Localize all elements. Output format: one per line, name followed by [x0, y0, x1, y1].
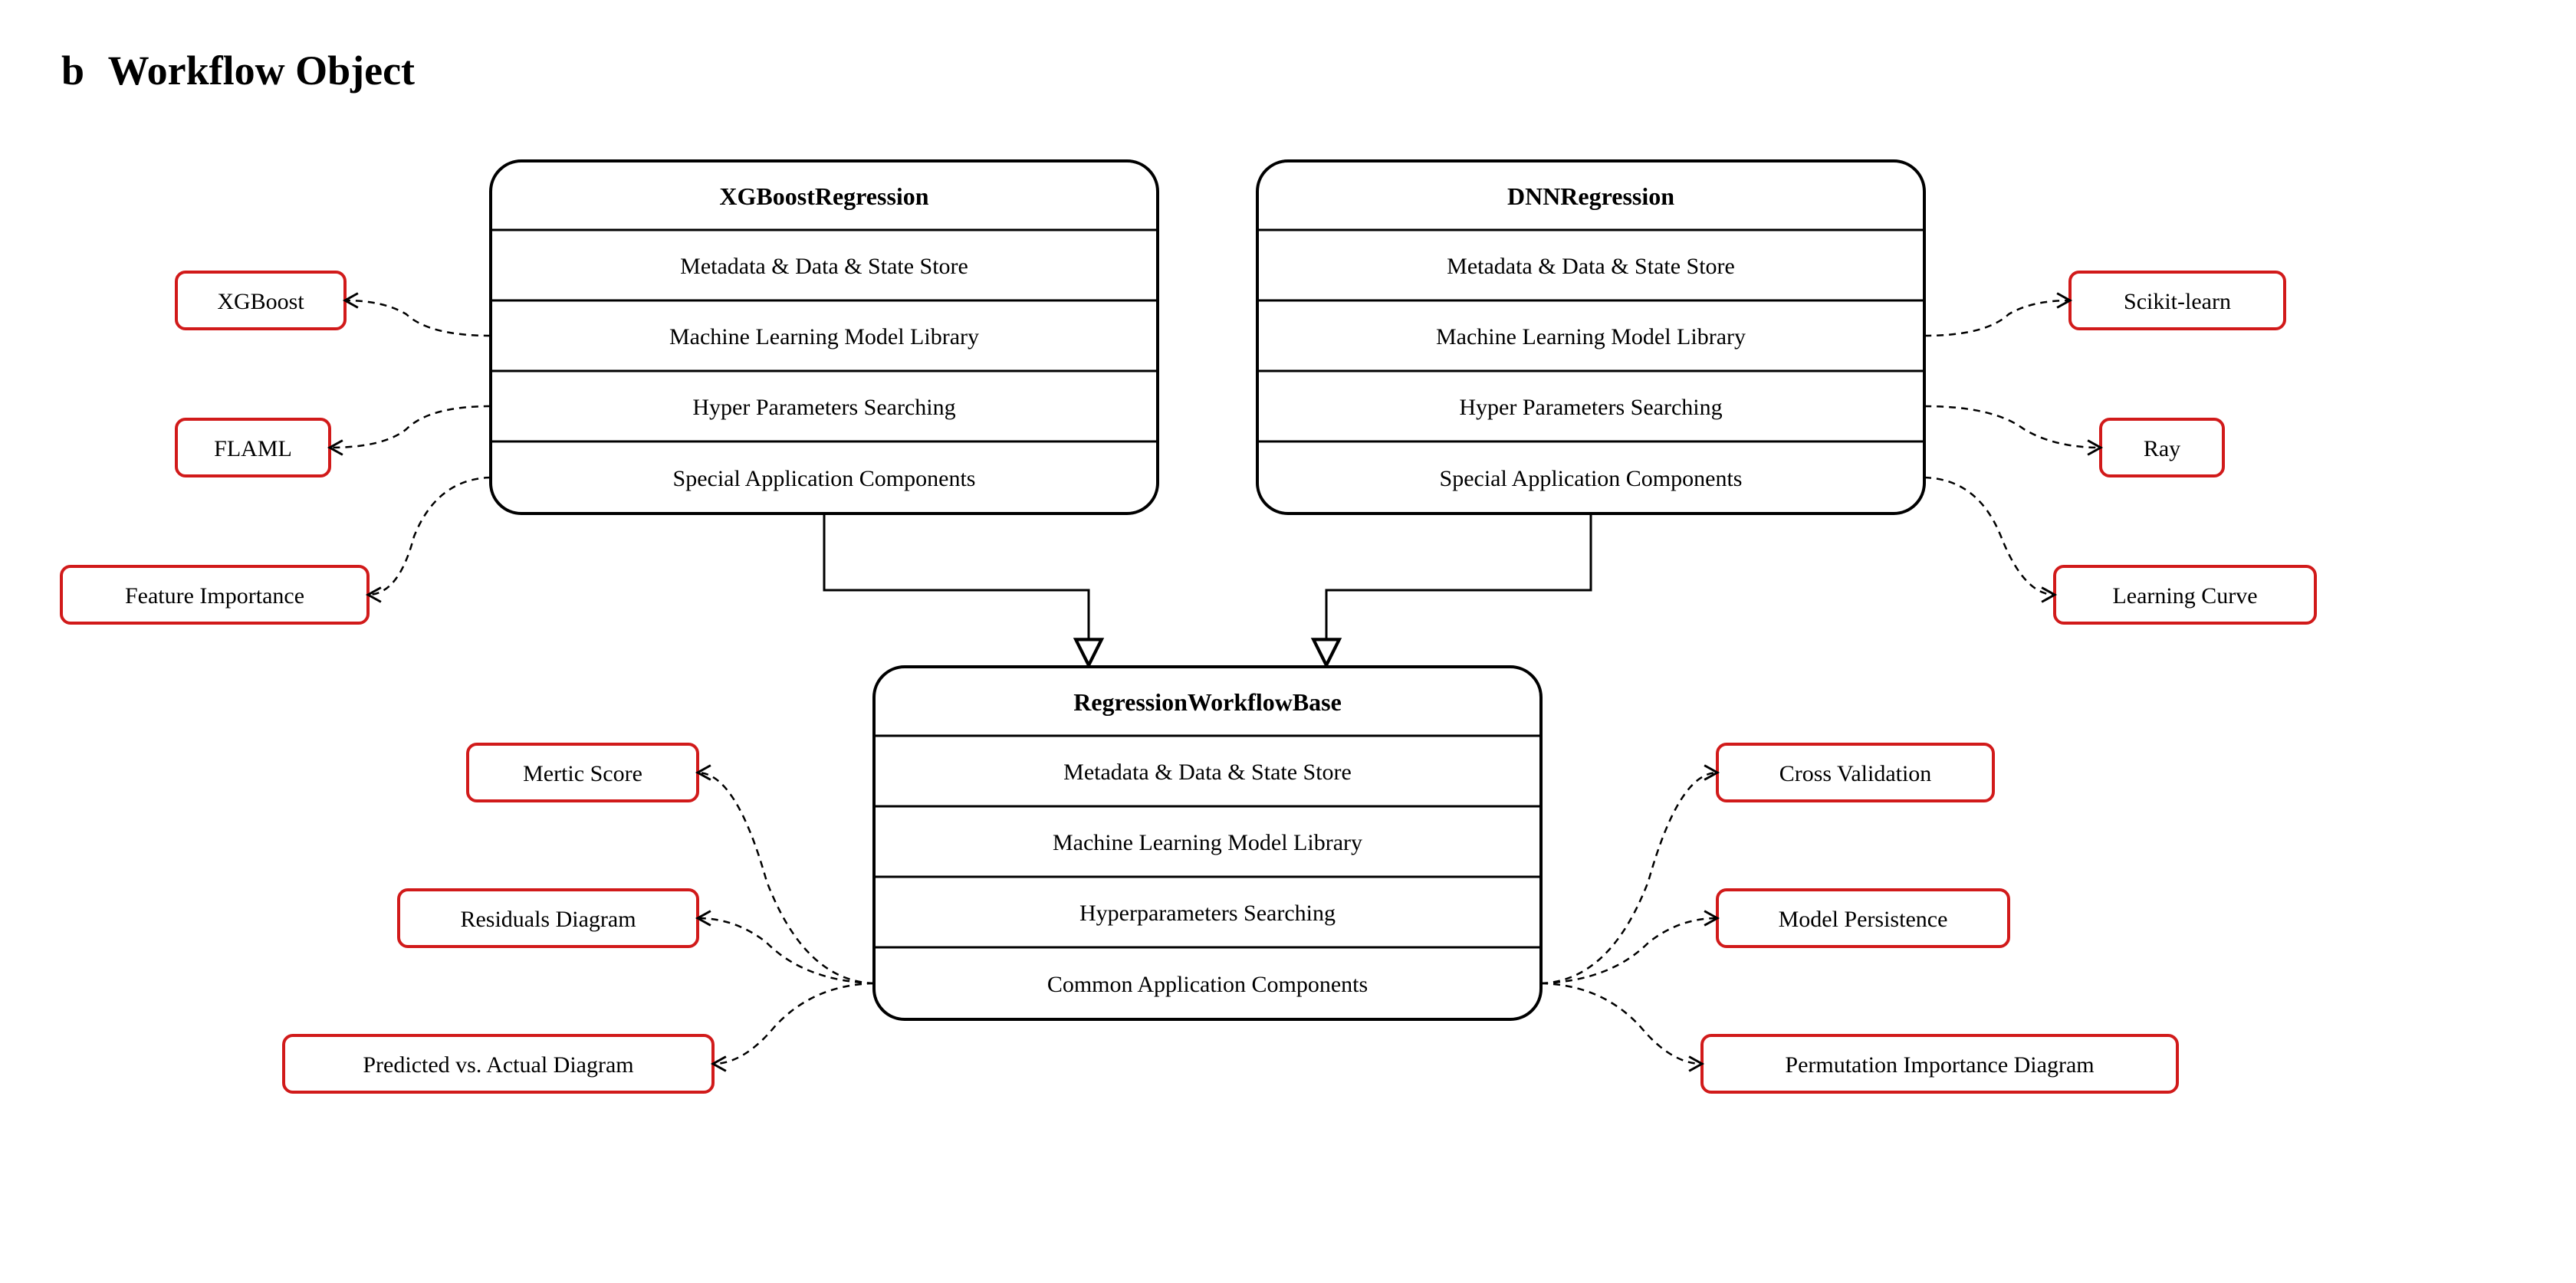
svg-text:b Workflow Object: b Workflow Object	[61, 48, 415, 94]
xgb-title: XGBoostRegression	[719, 182, 928, 210]
svg-text:Feature Importance: Feature Importance	[125, 583, 304, 609]
panel-label: b	[61, 48, 84, 94]
svg-text:FLAML: FLAML	[214, 436, 292, 461]
svg-text:Mertic Score: Mertic Score	[523, 761, 642, 786]
arrow-xgb-to-base	[824, 514, 1089, 665]
base-row-3: Common Application Components	[1047, 972, 1368, 997]
svg-text:Cross Validation: Cross Validation	[1779, 761, 1932, 786]
xgb-row-3: Special Application Components	[673, 466, 976, 491]
dnn-row-3: Special Application Components	[1440, 466, 1743, 491]
svg-text:Predicted vs. Actual Diagram: Predicted vs. Actual Diagram	[363, 1052, 633, 1078]
side-base-right-2: Permutation Importance Diagram	[1702, 1035, 2177, 1092]
svg-text:Model Persistence: Model Persistence	[1779, 907, 1948, 932]
dep-dnn-row1-to-sklearn	[1924, 300, 2070, 336]
main-box-dnn: DNNRegression Metadata & Data & State St…	[1257, 161, 1924, 514]
svg-text:Ray: Ray	[2144, 436, 2180, 461]
dep-dnn-row3-to-learncurve	[1924, 477, 2055, 595]
xgb-row-1: Machine Learning Model Library	[669, 324, 979, 349]
dep-base-to-crossval	[1541, 773, 1717, 983]
dnn-title: DNNRegression	[1507, 182, 1674, 210]
main-box-xgb: XGBoostRegression Metadata & Data & Stat…	[491, 161, 1158, 514]
svg-text:Scikit-learn: Scikit-learn	[2124, 289, 2231, 314]
side-base-left-0: Mertic Score	[468, 744, 698, 801]
dnn-row-0: Metadata & Data & State Store	[1447, 254, 1735, 279]
svg-text:Residuals Diagram: Residuals Diagram	[460, 907, 636, 932]
side-dnn-right-0: Scikit-learn	[2070, 272, 2285, 329]
svg-text:Learning Curve: Learning Curve	[2112, 583, 2257, 609]
dnn-row-1: Machine Learning Model Library	[1436, 324, 1746, 349]
dep-base-to-persistence	[1541, 918, 1717, 983]
dep-base-to-residuals	[698, 918, 874, 983]
base-title: RegressionWorkflowBase	[1073, 688, 1342, 716]
arrow-dnn-to-base	[1326, 514, 1591, 665]
svg-text:XGBoost: XGBoost	[217, 289, 304, 314]
side-xgb-left-2: Feature Importance	[61, 566, 368, 623]
dep-base-to-predactual	[713, 983, 874, 1064]
side-xgb-left-0: XGBoost	[176, 272, 345, 329]
dep-xgb-row2-to-flaml	[330, 406, 491, 448]
panel-title: Workflow Object	[108, 48, 415, 94]
side-base-right-0: Cross Validation	[1717, 744, 1993, 801]
side-dnn-right-1: Ray	[2101, 419, 2223, 476]
main-box-base: RegressionWorkflowBase Metadata & Data &…	[874, 667, 1541, 1019]
xgb-row-0: Metadata & Data & State Store	[680, 254, 968, 279]
svg-text:Permutation Importance Diagram: Permutation Importance Diagram	[1785, 1052, 2094, 1078]
dnn-row-2: Hyper Parameters Searching	[1459, 395, 1722, 420]
side-dnn-right-2: Learning Curve	[2055, 566, 2315, 623]
dep-xgb-row3-to-featimp	[368, 477, 491, 595]
dep-base-to-permimp	[1541, 983, 1702, 1064]
dep-xgb-row1-to-xgboost	[345, 300, 491, 336]
dep-base-to-metric	[698, 773, 874, 983]
side-base-left-2: Predicted vs. Actual Diagram	[284, 1035, 713, 1092]
side-base-left-1: Residuals Diagram	[399, 890, 698, 947]
xgb-row-2: Hyper Parameters Searching	[692, 395, 955, 420]
side-xgb-left-1: FLAML	[176, 419, 330, 476]
dep-dnn-row2-to-ray	[1924, 406, 2101, 448]
base-row-2: Hyperparameters Searching	[1079, 901, 1336, 926]
base-row-0: Metadata & Data & State Store	[1063, 760, 1352, 785]
side-base-right-1: Model Persistence	[1717, 890, 2009, 947]
base-row-1: Machine Learning Model Library	[1053, 830, 1362, 855]
